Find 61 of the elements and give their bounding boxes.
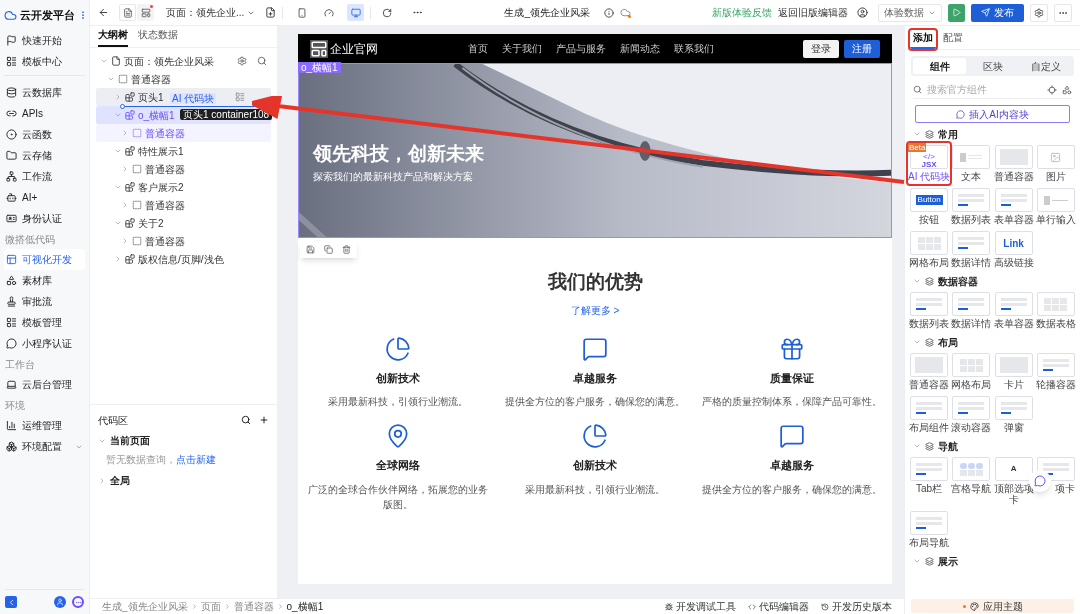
component-label: 数据详情 xyxy=(951,318,992,329)
drop-label-tooltip: AI 代码块 xyxy=(170,93,217,104)
component-label: 普通容器 xyxy=(993,171,1034,182)
site-brand: 企业官网 xyxy=(330,40,378,58)
component-label: 布局导航 xyxy=(909,537,950,548)
component-label: 卡片 xyxy=(1003,379,1024,390)
feature-text: 严格的质量控制体系，保障产品可靠性。 xyxy=(701,395,882,409)
beta-badge: Beta xyxy=(908,143,927,152)
feature-text: 提供全方位的客户服务，确保您的满意。 xyxy=(505,395,685,409)
component-label: 布局组件 xyxy=(909,422,950,433)
section-title: 我们的优势 xyxy=(547,270,643,294)
project-title: 生成_领先企业风采 xyxy=(504,6,590,20)
component-label: 网格布局 xyxy=(909,257,950,268)
feature-title: 创新技术 xyxy=(573,458,617,473)
component-label: 按钮 xyxy=(919,214,940,225)
component-thumbnail: A xyxy=(994,457,1033,481)
component-label: 图片 xyxy=(1045,171,1066,182)
feature-text: 提供全方位的客户服务，确保您的满意。 xyxy=(701,482,882,497)
category-title: 常用 xyxy=(938,127,958,142)
hero-title: 领先科技，创新未来 xyxy=(313,142,485,166)
component-label: AI 代码块 xyxy=(908,171,951,182)
component-label: 表单容器 xyxy=(993,214,1034,225)
component-thumbnail: Button xyxy=(910,188,949,212)
brand-title: 云开发平台 xyxy=(20,7,75,23)
component-thumbnail: Link xyxy=(994,231,1033,255)
feature-title: 卓越服务 xyxy=(769,458,814,473)
category-title: 导航 xyxy=(938,439,958,454)
category-title: 布局 xyxy=(938,335,958,350)
component-label: 网格布局 xyxy=(951,379,992,390)
component-label: 弹窗 xyxy=(1003,422,1024,433)
component-label: 文本 xyxy=(961,171,982,182)
empty-message: 暂无数据查询， xyxy=(106,453,176,467)
feature-text: 广泛的全球合作伙伴网络，拓展您的业务版图。 xyxy=(307,482,490,512)
section-title: 代码区 xyxy=(98,413,128,428)
category-title: 数据容器 xyxy=(938,274,978,289)
feature-text: 采用最新科技，引领行业潮流。 xyxy=(525,482,665,497)
section-heading: 环境 xyxy=(4,398,26,413)
component-label: 数据列表 xyxy=(951,214,992,225)
section-heading: 工作台 xyxy=(4,357,36,372)
feature-title: 卓越服务 xyxy=(573,370,617,386)
component-label: 轮播容器 xyxy=(1035,379,1076,390)
selection-tag: o_横幅1 xyxy=(298,62,341,73)
hero-subtitle: 探索我们的最新科技产品和解决方案 xyxy=(313,169,474,184)
component-label: 数据表格 xyxy=(1035,318,1076,329)
feature-text: 采用最新科技，引领行业潮流。 xyxy=(328,395,469,409)
component-label: 数据列表 xyxy=(909,318,950,329)
component-label: 滚动容器 xyxy=(951,422,992,433)
category-title: 展示 xyxy=(938,554,958,569)
component-label: 表单容器 xyxy=(993,318,1034,329)
component-label: 项卡 xyxy=(1055,483,1076,494)
component-label: 宫格导航 xyxy=(951,483,992,494)
component-label: 高级链接 xyxy=(993,257,1034,268)
feature-title: 质量保证 xyxy=(769,370,814,386)
tooltip: 页头1 container108 xyxy=(180,109,273,120)
component-label: Tab栏 xyxy=(916,483,943,494)
feature-title: 创新技术 xyxy=(376,370,421,386)
component-label: 数据详情 xyxy=(951,257,992,268)
feature-title: 全球网络 xyxy=(376,458,421,473)
component-label: 单行输入 xyxy=(1035,214,1076,225)
section-heading: 微搭低代码 xyxy=(4,232,56,247)
component-label: 普通容器 xyxy=(909,379,950,390)
